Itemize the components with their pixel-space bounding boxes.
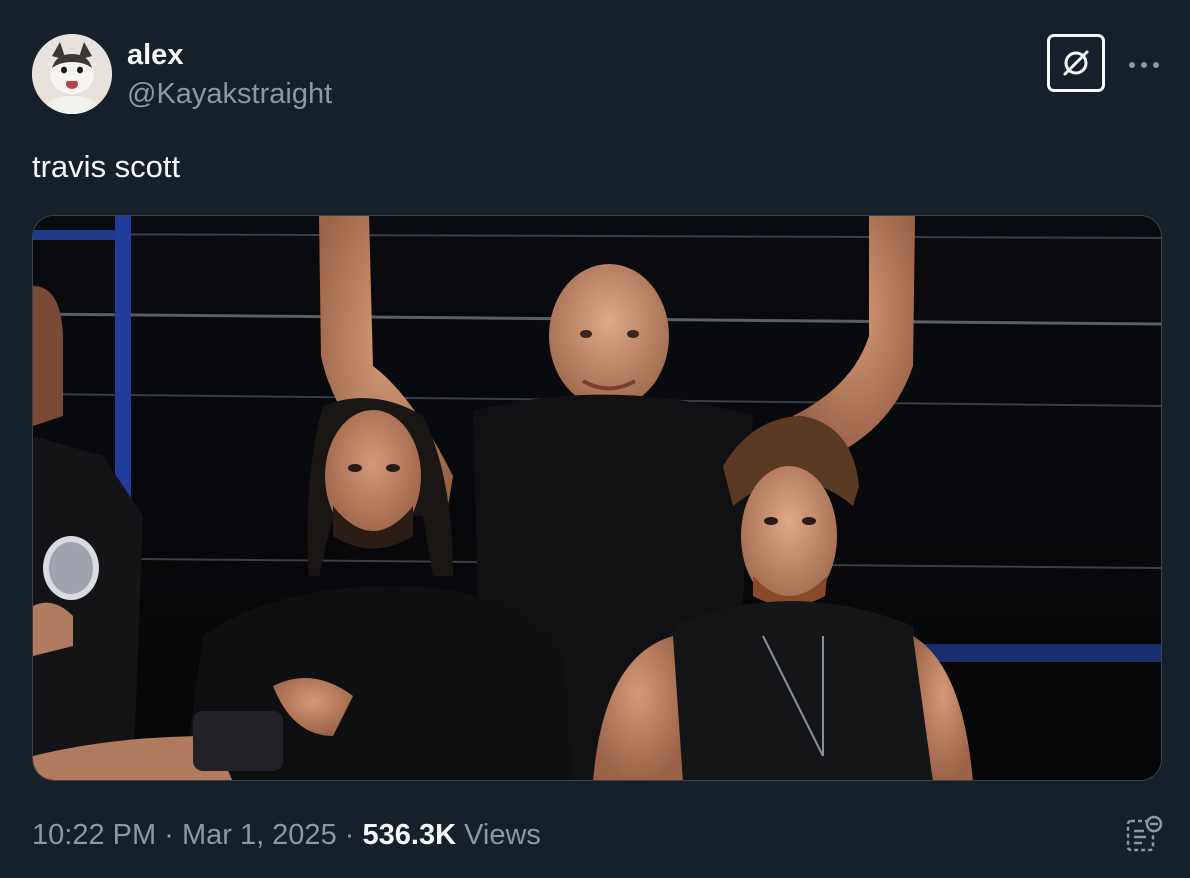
grok-button[interactable] bbox=[1047, 34, 1105, 92]
photo-wrestlers bbox=[33, 216, 1161, 780]
tweet-meta: 10:22 PM · Mar 1, 2025 · 536.3K Views bbox=[32, 817, 541, 853]
tweet-card: alex @Kayakstraight travis scott 10:22 P… bbox=[0, 0, 1190, 878]
tweet-date[interactable]: Mar 1, 2025 bbox=[182, 819, 337, 851]
user-handle[interactable]: @Kayakstraight bbox=[127, 77, 332, 111]
more-button[interactable] bbox=[1126, 50, 1162, 80]
views-count: 536.3K bbox=[362, 819, 457, 851]
views-label: Views bbox=[464, 819, 541, 851]
meta-separator-2: · bbox=[344, 819, 355, 851]
tweet-text: travis scott bbox=[32, 149, 181, 184]
avatar[interactable] bbox=[32, 34, 112, 114]
tweet-time[interactable]: 10:22 PM bbox=[32, 819, 156, 851]
grok-icon bbox=[1063, 50, 1089, 76]
display-name[interactable]: alex bbox=[127, 38, 183, 72]
cat-avatar-image bbox=[32, 34, 112, 114]
analytics-icon bbox=[1126, 815, 1163, 852]
analytics-button[interactable] bbox=[1124, 814, 1164, 854]
tweet-photo[interactable] bbox=[32, 215, 1162, 781]
more-icon bbox=[1129, 62, 1159, 68]
meta-separator-1: · bbox=[164, 819, 174, 851]
